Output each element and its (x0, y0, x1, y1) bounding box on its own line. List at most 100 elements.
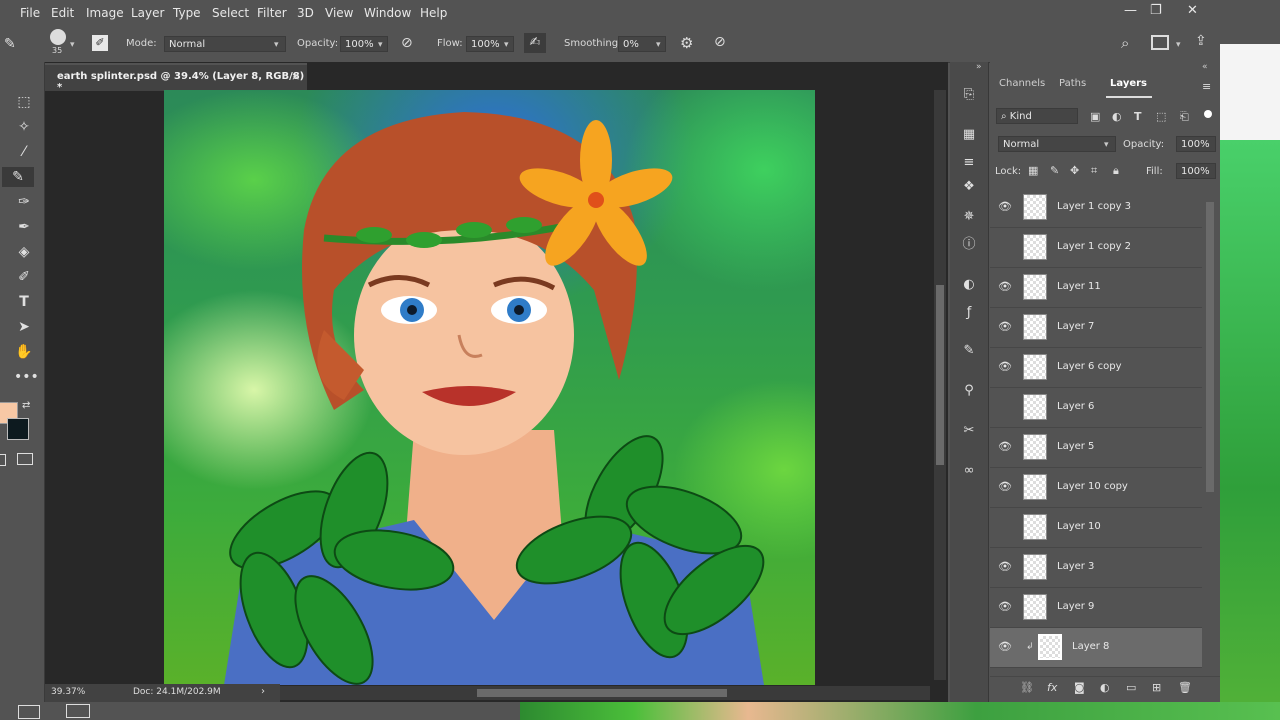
chevron-down-icon[interactable]: ▾ (656, 40, 661, 50)
minimize-button[interactable]: — (1124, 3, 1137, 18)
trash-icon[interactable]: 🗑︎ (1178, 681, 1192, 694)
quick-mask-icon[interactable] (18, 705, 40, 719)
image-filter-icon[interactable]: ▣ (1090, 110, 1100, 123)
screen-mode-icon[interactable] (66, 704, 90, 718)
blend-mode-select[interactable]: Normal (998, 136, 1116, 152)
tab-channels[interactable]: Channels (999, 78, 1045, 89)
brush-settings-panel-icon[interactable]: ✎ (960, 342, 978, 360)
marquee-tool-icon[interactable]: ⬚ (14, 92, 34, 112)
smart-object-filter-icon[interactable]: ⎗ (1180, 110, 1189, 124)
canvas[interactable] (164, 90, 815, 685)
share-icon[interactable]: ⇪ (1195, 33, 1207, 49)
pen-tool-icon[interactable]: ✐ (14, 267, 34, 287)
screen-mode-icon[interactable] (17, 453, 33, 465)
layer-row[interactable]: 👁︎ Layer 6 copy (990, 348, 1202, 388)
history-icon[interactable]: ⎘ (960, 86, 978, 104)
scroll-thumb[interactable] (477, 689, 727, 697)
background-color-swatch[interactable] (7, 418, 29, 440)
eye-icon[interactable]: 👁︎ (998, 560, 1012, 574)
menu-select[interactable]: Select (212, 6, 249, 20)
eye-icon[interactable]: 👁︎ (998, 320, 1012, 334)
brush-settings-icon[interactable]: ✐ (92, 35, 108, 51)
lock-position-icon[interactable]: ✥ (1070, 164, 1079, 177)
mode-select[interactable]: Normal (164, 36, 286, 52)
document-tab[interactable]: earth splinter.psd @ 39.4% (Layer 8, RGB… (45, 63, 307, 93)
chevron-down-icon[interactable]: ▾ (70, 40, 75, 50)
add-mask-icon[interactable]: ◙ (1074, 681, 1085, 694)
pressure-size-icon[interactable]: ⊘ (714, 34, 726, 50)
chevron-right-icon[interactable]: › (261, 686, 265, 697)
layer-row[interactable]: Layer 6 (990, 388, 1202, 428)
lock-all-icon[interactable]: 🔒︎ (1113, 164, 1119, 178)
restore-button[interactable]: ❐ (1150, 3, 1162, 18)
more-tools-icon[interactable]: ••• (14, 367, 39, 387)
type-filter-icon[interactable]: T (1134, 110, 1142, 123)
new-layer-icon[interactable]: ⊞ (1152, 681, 1161, 694)
collapse-icon[interactable]: » (976, 62, 982, 72)
swap-colors-icon[interactable]: ⇄ (22, 400, 30, 411)
magic-wand-tool-icon[interactable]: ✧ (14, 117, 34, 137)
navigator-icon[interactable]: ✵ (960, 208, 978, 226)
lock-pixels-icon[interactable]: ✎ (1050, 164, 1059, 177)
layer-row[interactable]: Layer 10 (990, 508, 1202, 548)
swatches-icon[interactable]: ▦ (960, 126, 978, 144)
shape-filter-icon[interactable]: ⬚ (1156, 110, 1166, 123)
eye-icon[interactable]: 👁︎ (998, 640, 1012, 654)
creative-cloud-icon[interactable]: ∞ (960, 462, 978, 480)
path-selection-tool-icon[interactable]: ➤ (14, 317, 34, 337)
menu-type[interactable]: Type (173, 6, 201, 20)
search-icon[interactable]: ⌕ (1121, 34, 1129, 52)
actions-icon[interactable]: ƒ (960, 304, 978, 322)
quick-mask-icon[interactable] (0, 454, 6, 466)
hand-tool-icon[interactable]: ✋ (14, 342, 34, 362)
info-icon[interactable]: ⓘ (960, 236, 978, 254)
new-adjustment-icon[interactable]: ◐ (1100, 681, 1110, 694)
styles-icon[interactable]: ❖ (960, 178, 978, 196)
eye-icon[interactable]: 👁︎ (998, 480, 1012, 494)
clone-source-icon[interactable]: ⚲ (960, 382, 978, 400)
chevron-down-icon[interactable]: ▾ (378, 40, 383, 50)
filter-toggle-icon[interactable] (1204, 110, 1212, 118)
layers-scroll-thumb[interactable] (1206, 202, 1214, 492)
fill-input[interactable]: 100% (1176, 163, 1216, 179)
layer-row[interactable]: 👁︎ Layer 5 (990, 428, 1202, 468)
tab-paths[interactable]: Paths (1059, 78, 1086, 89)
close-tab-icon[interactable]: × (291, 70, 300, 83)
menu-layer[interactable]: Layer (131, 6, 164, 20)
filter-kind-select[interactable]: ⌕ Kind (996, 108, 1078, 124)
eye-icon[interactable]: 👁︎ (998, 600, 1012, 614)
eye-hidden-icon[interactable] (998, 520, 1012, 534)
tab-layers[interactable]: Layers (1110, 78, 1147, 89)
chevron-down-icon[interactable]: ▾ (1176, 40, 1181, 50)
menu-help[interactable]: Help (420, 6, 447, 20)
panel-menu-icon[interactable]: ≡ (1202, 80, 1211, 93)
menu-file[interactable]: File (20, 6, 40, 20)
collapse-icon[interactable]: « (1202, 62, 1208, 72)
menu-edit[interactable]: Edit (51, 6, 74, 20)
pressure-opacity-icon[interactable]: ⊘ (401, 35, 413, 51)
close-button[interactable]: ✕ (1187, 3, 1198, 18)
layer-row[interactable]: 👁︎ Layer 9 (990, 588, 1202, 628)
layer-style-icon[interactable]: fx (1047, 681, 1057, 694)
link-layers-icon[interactable]: ⛓︎ (1020, 681, 1034, 694)
layer-row[interactable]: 👁︎ Layer 11 (990, 268, 1202, 308)
eye-icon[interactable]: 👁︎ (998, 200, 1012, 214)
eye-icon[interactable]: 👁︎ (998, 440, 1012, 454)
lock-artboard-icon[interactable]: ⌗ (1091, 164, 1097, 178)
tool-presets-icon[interactable]: ✂ (960, 422, 978, 440)
menu-filter[interactable]: Filter (257, 6, 287, 20)
layer-row[interactable]: 👁︎ Layer 1 copy 3 (990, 188, 1202, 228)
layer-row[interactable]: Layer 1 copy 2 (990, 228, 1202, 268)
menu-3d[interactable]: 3D (297, 6, 314, 20)
menu-image[interactable]: Image (86, 6, 124, 20)
paint-bucket-tool-icon[interactable]: ◈ (14, 242, 34, 262)
menu-window[interactable]: Window (364, 6, 411, 20)
lock-transparent-icon[interactable]: ▦ (1028, 164, 1038, 177)
adjustment-filter-icon[interactable]: ◐ (1112, 110, 1122, 123)
zoom-level[interactable]: 39.37% (51, 687, 85, 697)
eye-hidden-icon[interactable] (998, 240, 1012, 254)
brush-preset-icon[interactable] (50, 29, 66, 45)
adjustments-icon[interactable]: ≡ (960, 154, 978, 172)
gear-icon[interactable]: ⚙ (680, 34, 693, 52)
eyedropper-tool-icon[interactable]: ⁄ (14, 142, 34, 162)
